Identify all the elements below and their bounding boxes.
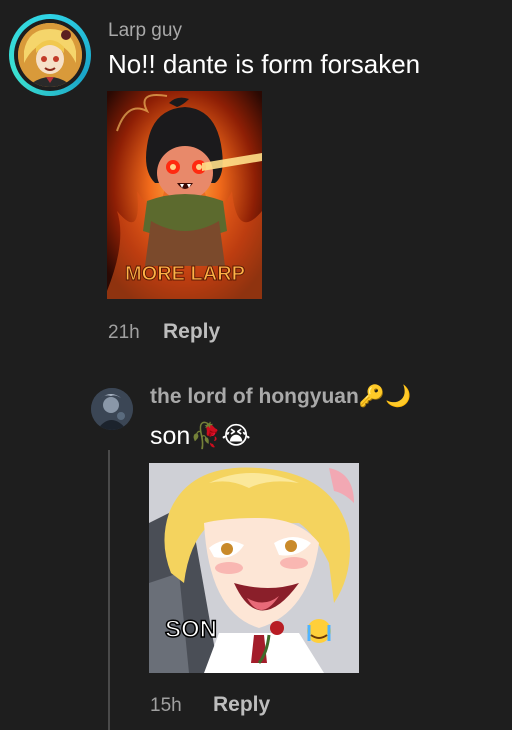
- reply-avatar[interactable]: [91, 388, 133, 430]
- reply-text-body: son: [150, 422, 191, 450]
- reply-image-caption: SON: [164, 615, 218, 644]
- reply-avatar-art: [91, 388, 133, 430]
- reply-username-text: the lord of hongyuan: [150, 385, 359, 408]
- reply-button[interactable]: Reply: [163, 320, 220, 343]
- comment-username[interactable]: Larp guy: [108, 20, 182, 42]
- reply-text: son🥀😭: [150, 421, 251, 451]
- comment-time: 21h: [108, 322, 140, 343]
- reply-reply-button[interactable]: Reply: [213, 693, 270, 716]
- comment-text: No!! dante is form forsaken: [108, 49, 421, 79]
- key-moon-emoji: 🔑🌙: [358, 384, 412, 408]
- image-caption: MORE LARP: [125, 263, 246, 286]
- avatar-art: [18, 23, 82, 87]
- comment-image[interactable]: MORE LARP: [107, 91, 262, 299]
- reply-meta: 15h Reply: [150, 693, 270, 717]
- reply-time: 15h: [150, 695, 182, 716]
- thread-line: [108, 450, 110, 730]
- avatar[interactable]: [18, 23, 82, 87]
- rose-crying-emoji: 🥀😭: [190, 421, 251, 450]
- reply-image[interactable]: SON: [149, 463, 359, 673]
- reply-username[interactable]: the lord of hongyuan🔑🌙: [150, 384, 411, 409]
- comment-meta: 21h Reply: [108, 320, 220, 344]
